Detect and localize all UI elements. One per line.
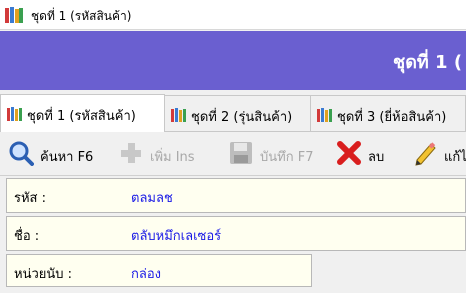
tab-label: ชุดที่ 2 (รุ่นสินค้า) (191, 110, 293, 125)
tab-set-3[interactable]: ชุดที่ 3 (ยี่ห้อสินค้า) (310, 95, 466, 131)
tab-label: ชุดที่ 1 (รหัสสินค้า) (27, 109, 136, 124)
code-field-row: รหัส : ตลมลช (6, 178, 466, 213)
delete-button[interactable]: ลบ (336, 138, 396, 168)
window-title: ชุดที่ 1 (รหัสสินค้า) (31, 9, 132, 23)
unit-field-row: หน่วยนับ : กล่อง (6, 254, 312, 287)
name-field-row: ชื่อ : ตลับหมึกเลเซอร์ (6, 216, 466, 251)
tab-strip: ชุดที่ 1 (รหัสสินค้า) ชุดที่ 2 (รุ่นสินค… (0, 94, 466, 132)
tab-set-1[interactable]: ชุดที่ 1 (รหัสสินค้า) (0, 94, 165, 132)
divider (0, 175, 466, 176)
search-icon (9, 141, 34, 166)
plus-icon (121, 143, 141, 163)
delete-label: ลบ (368, 150, 385, 165)
banner-title: ชุดที่ 1 ( (393, 52, 463, 73)
red-x-icon (337, 141, 361, 165)
edit-button[interactable]: แก้ไ (412, 138, 466, 168)
header-banner: ชุดที่ 1 ( (0, 31, 466, 90)
unit-value[interactable]: กล่อง (131, 263, 161, 284)
save-button[interactable]: บันทึก F7 (228, 138, 328, 168)
unit-label: หน่วยนับ : (14, 267, 73, 282)
add-button[interactable]: เพิ่ม Ins (118, 138, 218, 168)
code-value[interactable]: ตลมลช (131, 187, 173, 208)
tab-label: ชุดที่ 3 (ยี่ห้อสินค้า) (337, 110, 447, 125)
tab-set-2[interactable]: ชุดที่ 2 (รุ่นสินค้า) (164, 95, 311, 131)
books-icon (7, 107, 22, 121)
window-titlebar: ชุดที่ 1 (รหัสสินค้า) (0, 0, 466, 30)
floppy-disk-icon (230, 142, 252, 164)
add-label: เพิ่ม Ins (150, 150, 195, 165)
edit-label: แก้ไ (444, 150, 466, 165)
code-label: รหัส : (14, 191, 46, 206)
books-icon (5, 7, 23, 23)
save-label: บันทึก F7 (260, 150, 314, 165)
pencil-icon (415, 142, 436, 166)
search-label: ค้นหา F6 (40, 150, 94, 165)
name-value[interactable]: ตลับหมึกเลเซอร์ (131, 225, 221, 246)
toolbar: ค้นหา F6 เพิ่ม Ins บันทึก F7 ลบ แก้ไ (0, 134, 466, 174)
books-icon (317, 108, 332, 122)
books-icon (171, 108, 186, 122)
name-label: ชื่อ : (14, 229, 40, 244)
search-button[interactable]: ค้นหา F6 (8, 138, 108, 168)
